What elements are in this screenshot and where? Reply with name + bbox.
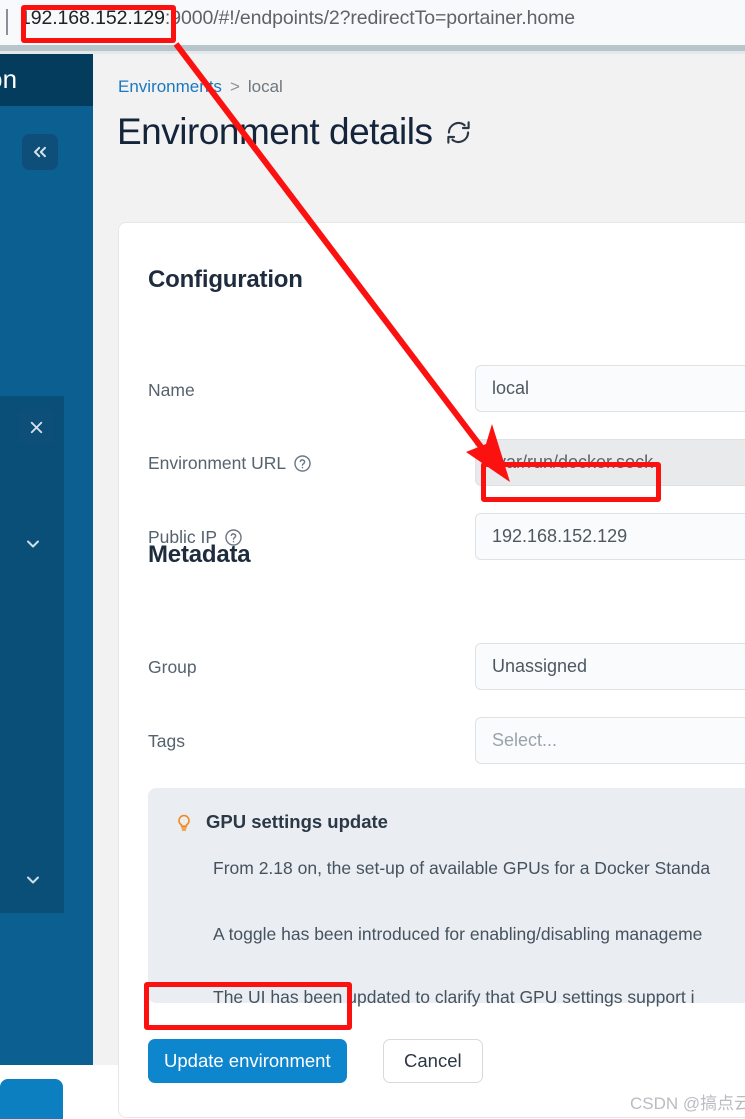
gpu-panel-line-2: A toggle has been introduced for enablin… [213,924,703,944]
breadcrumb-link-environments[interactable]: Environments [118,77,222,96]
sidebar-sub-panel [0,396,64,913]
refresh-icon[interactable] [445,119,472,146]
lightbulb-icon [174,811,194,833]
help-circle-icon[interactable] [293,454,312,473]
metadata-section-title: Metadata [148,541,251,568]
main-content: Environments > local Environment details C… [97,54,745,1118]
close-icon [30,421,42,433]
label-group-text: Group [148,657,197,677]
browser-url-bar[interactable]: 192.168.152.129:9000/#!/endpoints/2?redi… [0,0,745,45]
url-path: :9000/#!/endpoints/2?redirectTo=portaine… [164,7,575,29]
watermark: CSDN @搞点云南白药 [630,1094,745,1113]
group-select-value: Unassigned [492,656,588,676]
sidebar-expand-chevron-1[interactable] [20,535,46,553]
sidebar-header-label: on [0,64,18,94]
url-text: 192.168.152.129:9000/#!/endpoints/2?redi… [20,7,575,30]
configuration-section-title: Configuration [148,266,303,293]
environment-details-card: Configuration Name local Environment URL… [118,222,745,1118]
breadcrumb: Environments > local [118,77,283,97]
sidebar-expand-chevron-2[interactable] [20,871,46,889]
environment-url-input[interactable]: /var/run/docker.sock [475,439,745,486]
label-environment-url-text: Environment URL [148,453,287,473]
gpu-settings-info-panel: GPU settings update From 2.18 on, the se… [148,788,745,1007]
public-ip-input[interactable]: 192.168.152.129 [475,513,745,560]
gpu-panel-line-3: The UI has been updated to clarify that … [213,987,695,1007]
chevron-down-icon [27,876,39,884]
tags-select-placeholder: Select... [492,730,558,750]
name-input[interactable]: local [475,365,745,412]
environment-url-value: /var/run/docker.sock [492,452,654,472]
update-environment-button[interactable]: Update environment [148,1039,347,1083]
sidebar-collapse-button[interactable] [22,134,58,170]
chevron-down-icon [27,540,39,548]
breadcrumb-current: local [247,77,283,96]
url-host: 192.168.152.129 [20,7,165,29]
cancel-button[interactable]: Cancel [383,1039,483,1083]
page-header: Environment details [117,111,472,153]
breadcrumb-separator: > [229,77,240,96]
double-chevron-left-icon [34,146,46,158]
label-name-text: Name [148,380,195,400]
group-select[interactable]: Unassigned [475,643,745,690]
label-environment-url: Environment URL [148,453,312,474]
public-ip-value: 192.168.152.129 [492,526,628,546]
chevron-up-icon [27,1071,39,1079]
label-group: Group [148,657,197,678]
sidebar-header: on [0,54,93,106]
sidebar-close-button[interactable] [18,409,54,445]
url-text-cursor [6,9,8,35]
tags-select[interactable]: Select... [475,717,745,764]
sidebar: on [0,54,93,1119]
name-input-value: local [492,378,530,398]
label-tags: Tags [148,731,185,752]
label-tags-text: Tags [148,731,185,751]
label-name: Name [148,380,195,401]
gpu-panel-heading: GPU settings update [206,811,388,832]
sidebar-collapse-chevron-up[interactable] [20,1066,46,1084]
gpu-panel-line-1: From 2.18 on, the set-up of available GP… [213,858,711,878]
page-title: Environment details [117,111,433,152]
gpu-panel-header: GPU settings update [174,811,388,833]
sidebar-bottom-button[interactable] [0,1079,63,1119]
